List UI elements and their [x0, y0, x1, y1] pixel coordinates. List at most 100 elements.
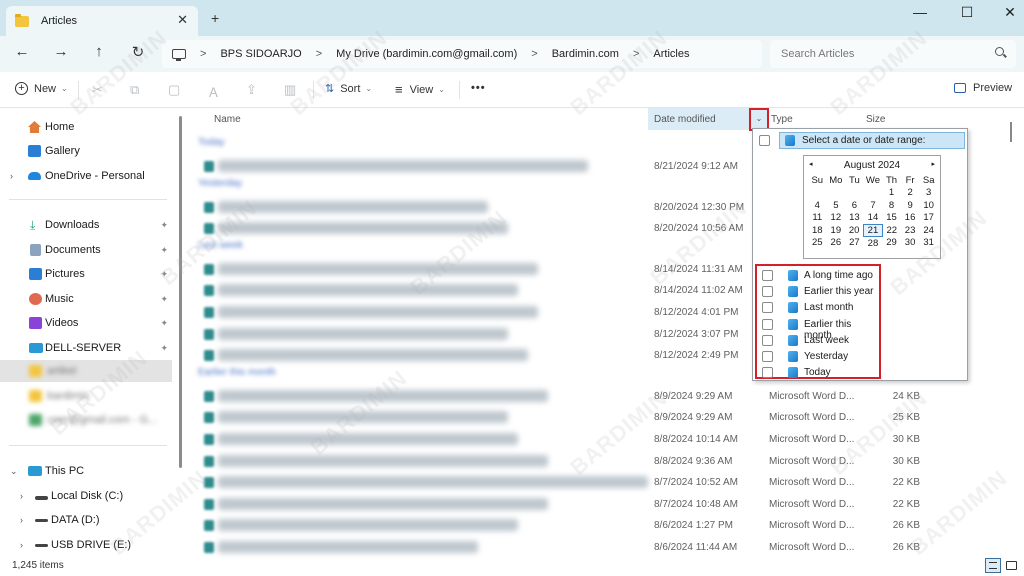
address-bar[interactable]: > BPS SIDOARJO > My Drive (bardimin.com@…: [162, 40, 762, 68]
file-row[interactable]: 8/7/2024 10:48 AM Microsoft Word D... 22 K…: [190, 494, 1000, 516]
pin-icon[interactable]: ✦: [160, 269, 168, 280]
file-row[interactable]: 8/8/2024 10:14 AM Microsoft Word D... 30 K…: [190, 429, 1000, 451]
breadcrumb-articles[interactable]: Articles: [653, 48, 689, 60]
calendar-day[interactable]: 22: [882, 224, 901, 237]
search-input[interactable]: Search Articles: [770, 40, 1016, 68]
calendar-day[interactable]: 5: [827, 199, 846, 212]
cut-icon[interactable]: ✂: [92, 82, 103, 98]
refresh-button[interactable]: ↻: [128, 43, 148, 61]
sidebar-item-pictures[interactable]: Pictures ✦: [0, 263, 172, 285]
preset-checkbox[interactable]: [762, 286, 773, 298]
preset-checkbox[interactable]: [762, 270, 773, 281]
sidebar-item-usb-drive[interactable]: › USB DRIVE (E:): [0, 534, 172, 556]
preset-checkbox[interactable]: [762, 351, 773, 362]
calendar-day[interactable]: 31: [919, 237, 938, 250]
group-header[interactable]: Earlier this month: [198, 367, 276, 378]
calendar-day[interactable]: 18: [808, 224, 827, 237]
calendar-day[interactable]: 10: [919, 199, 938, 212]
calendar-day[interactable]: 1: [882, 187, 901, 200]
sidebar-item-this-pc[interactable]: ⌄ This PC: [0, 460, 172, 482]
calendar-day[interactable]: 11: [808, 212, 827, 225]
calendar-day[interactable]: 9: [901, 199, 920, 212]
sidebar-item-music[interactable]: Music ✦: [0, 288, 172, 310]
calendar-day[interactable]: 14: [864, 212, 883, 225]
pin-icon[interactable]: ✦: [160, 220, 168, 231]
calendar-day[interactable]: 8: [882, 199, 901, 212]
chevron-right-icon[interactable]: ›: [10, 171, 13, 181]
calendar-day[interactable]: 24: [919, 224, 938, 237]
pin-icon[interactable]: ✦: [160, 343, 168, 354]
preview-button[interactable]: Preview: [954, 82, 1012, 94]
calendar-day[interactable]: 28: [864, 237, 883, 250]
preset-checkbox[interactable]: [762, 302, 773, 314]
date-preset-option[interactable]: Last week: [757, 333, 879, 349]
file-row[interactable]: 8/9/2024 9:29 AM Microsoft Word D... 24 KB: [190, 386, 1000, 408]
column-header-date-modified[interactable]: Date modified: [654, 108, 716, 130]
rename-icon[interactable]: Ａ: [207, 82, 220, 101]
preset-checkbox[interactable]: [762, 318, 773, 330]
file-row[interactable]: 8/9/2024 9:29 AM Microsoft Word D... 25 KB: [190, 407, 1000, 429]
delete-icon[interactable]: ▥: [284, 82, 296, 98]
sidebar-item-blurred[interactable]: user@gmail.com - G...: [0, 409, 172, 431]
date-preset-option[interactable]: Today: [757, 365, 879, 381]
column-header-name[interactable]: Name: [214, 108, 241, 130]
next-month-button[interactable]: ▸: [931, 160, 935, 168]
file-row[interactable]: 8/6/2024 11:44 AM Microsoft Word D... 26 K…: [190, 537, 1000, 559]
sort-button[interactable]: ⇅ Sort ⌄: [325, 82, 372, 96]
sidebar-scrollbar[interactable]: [179, 116, 182, 468]
calendar-day[interactable]: 19: [827, 224, 846, 237]
search-icon[interactable]: [995, 47, 1004, 56]
date-preset-option[interactable]: A long time ago: [757, 268, 879, 284]
date-preset-option[interactable]: Earlier this month: [757, 317, 879, 341]
calendar-day[interactable]: 29: [882, 237, 901, 250]
sidebar-item-downloads[interactable]: ⤓ Downloads ✦: [0, 214, 172, 236]
sidebar-item-videos[interactable]: Videos ✦: [0, 312, 172, 334]
calendar-day[interactable]: 6: [845, 199, 864, 212]
calendar-day[interactable]: 16: [901, 212, 920, 225]
calendar-day[interactable]: 30: [901, 237, 920, 250]
column-header-type[interactable]: Type: [771, 108, 793, 130]
preset-checkbox[interactable]: [762, 367, 773, 379]
maximize-button[interactable]: ☐: [952, 4, 982, 21]
calendar-day[interactable]: 21: [863, 223, 883, 237]
forward-button[interactable]: →: [51, 43, 71, 60]
calendar-day[interactable]: 26: [827, 237, 846, 250]
file-row[interactable]: 8/7/2024 10:52 AM Microsoft Word D... 22 K…: [190, 472, 1000, 494]
calendar-day[interactable]: 7: [864, 199, 883, 212]
preset-checkbox[interactable]: [762, 334, 773, 346]
sidebar-item-onedrive[interactable]: › OneDrive - Personal: [0, 165, 172, 187]
up-button[interactable]: ↑: [89, 43, 109, 60]
close-window-button[interactable]: ✕: [995, 4, 1024, 21]
breadcrumb-bardimin[interactable]: Bardimin.com: [552, 48, 619, 60]
pin-icon[interactable]: ✦: [160, 245, 168, 256]
sidebar-item-local-disk[interactable]: › Local Disk (C:): [0, 485, 172, 507]
calendar-day[interactable]: 27: [845, 237, 864, 250]
paste-icon[interactable]: ▢: [168, 82, 180, 98]
file-row[interactable]: 8/8/2024 9:36 AM Microsoft Word D... 30 KB: [190, 451, 1000, 473]
new-tab-button[interactable]: +: [211, 10, 219, 26]
date-preset-option[interactable]: Last month: [757, 300, 879, 316]
column-header-size[interactable]: Size: [866, 108, 885, 130]
group-header[interactable]: Today: [198, 137, 225, 148]
share-icon[interactable]: ⇪: [246, 82, 257, 98]
sidebar-item-blurred[interactable]: artikel: [0, 360, 172, 382]
sidebar-item-blurred[interactable]: bardimin: [0, 385, 172, 407]
sidebar-item-dell-server[interactable]: DELL-SERVER ✦: [0, 337, 172, 359]
calendar-day[interactable]: 15: [882, 212, 901, 225]
details-view-button[interactable]: [985, 558, 1001, 573]
sidebar-item-home[interactable]: Home: [0, 116, 172, 138]
date-preset-option[interactable]: Earlier this year: [757, 284, 879, 300]
chevron-down-icon[interactable]: ⌄: [10, 466, 18, 477]
minimize-button[interactable]: —: [905, 4, 935, 20]
group-header[interactable]: Yesterday: [198, 178, 242, 189]
date-range-checkbox[interactable]: [759, 135, 770, 146]
file-row[interactable]: 8/6/2024 1:27 PM Microsoft Word D... 26 KB: [190, 515, 1000, 537]
calendar-month-label[interactable]: August 2024: [804, 160, 940, 171]
copy-icon[interactable]: ⧉: [130, 82, 139, 98]
sidebar-item-data-drive[interactable]: › DATA (D:): [0, 509, 172, 531]
pin-icon[interactable]: ✦: [160, 294, 168, 305]
chevron-right-icon[interactable]: ›: [20, 491, 23, 501]
large-icons-view-button[interactable]: [1004, 558, 1020, 573]
calendar-day[interactable]: 20: [845, 224, 864, 237]
date-preset-option[interactable]: Yesterday: [757, 349, 879, 365]
